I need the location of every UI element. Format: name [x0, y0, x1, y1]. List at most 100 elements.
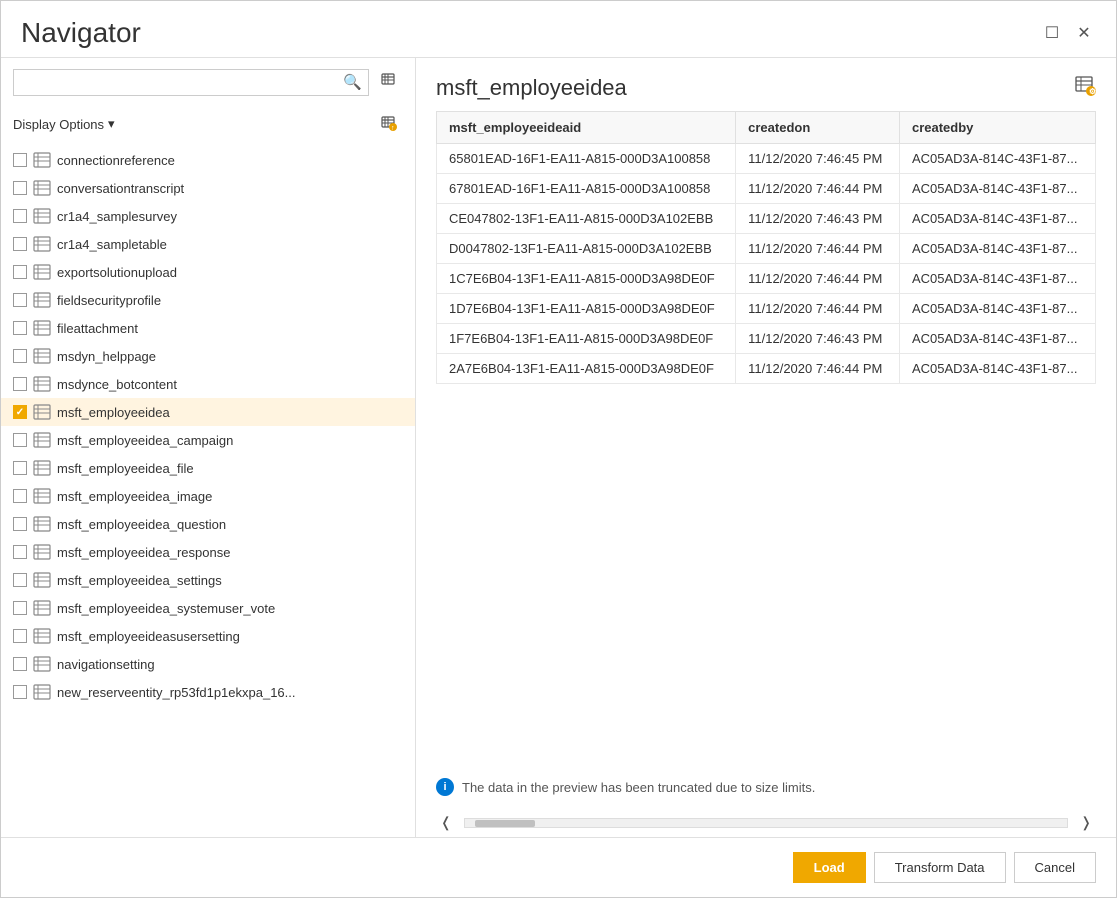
list-item[interactable]: msdyn_helppage — [1, 342, 415, 370]
item-checkbox[interactable] — [13, 321, 27, 335]
item-checkbox[interactable] — [13, 349, 27, 363]
expand-button[interactable]: ↑ — [375, 110, 403, 138]
display-options-button[interactable]: Display Options ▾ — [13, 116, 115, 132]
list-item[interactable]: msdynce_botcontent — [1, 370, 415, 398]
title-bar-controls: ☐ ✕ — [1040, 21, 1096, 45]
list-item[interactable]: fieldsecurityprofile — [1, 286, 415, 314]
item-label: msft_employeeideasusersetting — [57, 629, 240, 644]
load-button[interactable]: Load — [793, 852, 866, 883]
item-checkbox[interactable] — [13, 153, 27, 167]
item-checkbox[interactable] — [13, 657, 27, 671]
list-item[interactable]: msft_employeeideasusersetting — [1, 622, 415, 650]
truncation-text: The data in the preview has been truncat… — [462, 780, 815, 795]
right-panel: msft_employeeidea ⚙ — [416, 58, 1116, 837]
item-checkbox[interactable] — [13, 517, 27, 531]
display-options-label: Display Options — [13, 117, 104, 132]
table-cell: 11/12/2020 7:46:44 PM — [736, 174, 900, 204]
list-item[interactable]: new_reserveentity_rp53fd1p1ekxpa_16... — [1, 678, 415, 706]
table-cell: 2A7E6B04-13F1-EA11-A815-000D3A98DE0F — [437, 354, 736, 384]
item-checkbox[interactable] — [13, 573, 27, 587]
table-row: 1F7E6B04-13F1-EA11-A815-000D3A98DE0F11/1… — [437, 324, 1096, 354]
item-label: new_reserveentity_rp53fd1p1ekxpa_16... — [57, 685, 296, 700]
restore-icon: ☐ — [1045, 23, 1059, 43]
table-cell: 11/12/2020 7:46:44 PM — [736, 264, 900, 294]
table-cell: 65801EAD-16F1-EA11-A815-000D3A100858 — [437, 144, 736, 174]
table-icon — [33, 208, 51, 224]
list-item[interactable]: msft_employeeidea_response — [1, 538, 415, 566]
refresh-button[interactable] — [375, 68, 403, 96]
table-row: 65801EAD-16F1-EA11-A815-000D3A10085811/1… — [437, 144, 1096, 174]
item-checkbox[interactable] — [13, 293, 27, 307]
item-checkbox[interactable] — [13, 601, 27, 615]
svg-text:⚙: ⚙ — [1089, 87, 1096, 96]
search-button[interactable]: 🔍 — [341, 71, 364, 93]
item-label: msft_employeeidea_campaign — [57, 433, 233, 448]
item-checkbox[interactable] — [13, 209, 27, 223]
table-row: D0047802-13F1-EA11-A815-000D3A102EBB11/1… — [437, 234, 1096, 264]
search-icon: 🔍 — [343, 74, 362, 91]
list-item[interactable]: fileattachment — [1, 314, 415, 342]
table-cell: D0047802-13F1-EA11-A815-000D3A102EBB — [437, 234, 736, 264]
item-label: msft_employeeidea_file — [57, 461, 194, 476]
scroll-right-button[interactable]: ❭ — [1076, 812, 1096, 833]
table-cell: AC05AD3A-814C-43F1-87... — [899, 264, 1095, 294]
table-cell: 1C7E6B04-13F1-EA11-A815-000D3A98DE0F — [437, 264, 736, 294]
list-item[interactable]: msft_employeeidea_systemuser_vote — [1, 594, 415, 622]
list-item[interactable]: navigationsetting — [1, 650, 415, 678]
list-item[interactable]: msft_employeeidea_file — [1, 454, 415, 482]
transform-data-button[interactable]: Transform Data — [874, 852, 1006, 883]
horizontal-scrollbar-thumb[interactable] — [475, 820, 535, 827]
preview-icon-button[interactable]: ⚙ — [1074, 74, 1096, 101]
table-icon — [33, 236, 51, 252]
table-cell: AC05AD3A-814C-43F1-87... — [899, 174, 1095, 204]
table-cell: 11/12/2020 7:46:45 PM — [736, 144, 900, 174]
list-item[interactable]: msft_employeeidea_question — [1, 510, 415, 538]
table-cell: 67801EAD-16F1-EA11-A815-000D3A100858 — [437, 174, 736, 204]
item-label: cr1a4_sampletable — [57, 237, 167, 252]
search-input[interactable] — [14, 70, 368, 95]
cancel-button[interactable]: Cancel — [1014, 852, 1096, 883]
list-item[interactable]: connectionreference — [1, 146, 415, 174]
list-item[interactable]: msft_employeeidea_image — [1, 482, 415, 510]
list-item[interactable]: exportsolutionupload — [1, 258, 415, 286]
table-icon — [33, 292, 51, 308]
list-item[interactable]: cr1a4_samplesurvey — [1, 202, 415, 230]
item-checkbox[interactable] — [13, 405, 27, 419]
table-icon — [33, 348, 51, 364]
table-list: connectionreference conversationtranscri… — [1, 146, 415, 837]
column-header: createdby — [899, 112, 1095, 144]
list-item[interactable]: msft_employeeidea — [1, 398, 415, 426]
item-label: navigationsetting — [57, 657, 155, 672]
item-checkbox[interactable] — [13, 685, 27, 699]
item-checkbox[interactable] — [13, 545, 27, 559]
list-item[interactable]: msft_employeeidea_settings — [1, 566, 415, 594]
item-checkbox[interactable] — [13, 433, 27, 447]
table-icon — [33, 572, 51, 588]
left-panel: 🔍 — [1, 58, 416, 837]
item-checkbox[interactable] — [13, 181, 27, 195]
list-item[interactable]: conversationtranscript — [1, 174, 415, 202]
svg-text:↑: ↑ — [391, 125, 395, 131]
list-item[interactable]: cr1a4_sampletable — [1, 230, 415, 258]
scroll-left-button[interactable]: ❬ — [436, 812, 456, 833]
table-icon — [33, 544, 51, 560]
close-button[interactable]: ✕ — [1072, 21, 1096, 45]
table-icon — [33, 376, 51, 392]
item-checkbox[interactable] — [13, 489, 27, 503]
restore-button[interactable]: ☐ — [1040, 21, 1064, 45]
item-checkbox[interactable] — [13, 237, 27, 251]
item-checkbox[interactable] — [13, 265, 27, 279]
item-checkbox[interactable] — [13, 629, 27, 643]
horizontal-scrollbar-track[interactable] — [464, 818, 1069, 828]
table-row: 1C7E6B04-13F1-EA11-A815-000D3A98DE0F11/1… — [437, 264, 1096, 294]
item-label: connectionreference — [57, 153, 175, 168]
item-label: msdynce_botcontent — [57, 377, 177, 392]
list-item[interactable]: msft_employeeidea_campaign — [1, 426, 415, 454]
item-checkbox[interactable] — [13, 461, 27, 475]
item-checkbox[interactable] — [13, 377, 27, 391]
table-cell: AC05AD3A-814C-43F1-87... — [899, 294, 1095, 324]
table-cell: CE047802-13F1-EA11-A815-000D3A102EBB — [437, 204, 736, 234]
truncation-notice: i The data in the preview has been trunc… — [416, 766, 1116, 808]
table-cell: 11/12/2020 7:46:44 PM — [736, 294, 900, 324]
table-cell: AC05AD3A-814C-43F1-87... — [899, 324, 1095, 354]
